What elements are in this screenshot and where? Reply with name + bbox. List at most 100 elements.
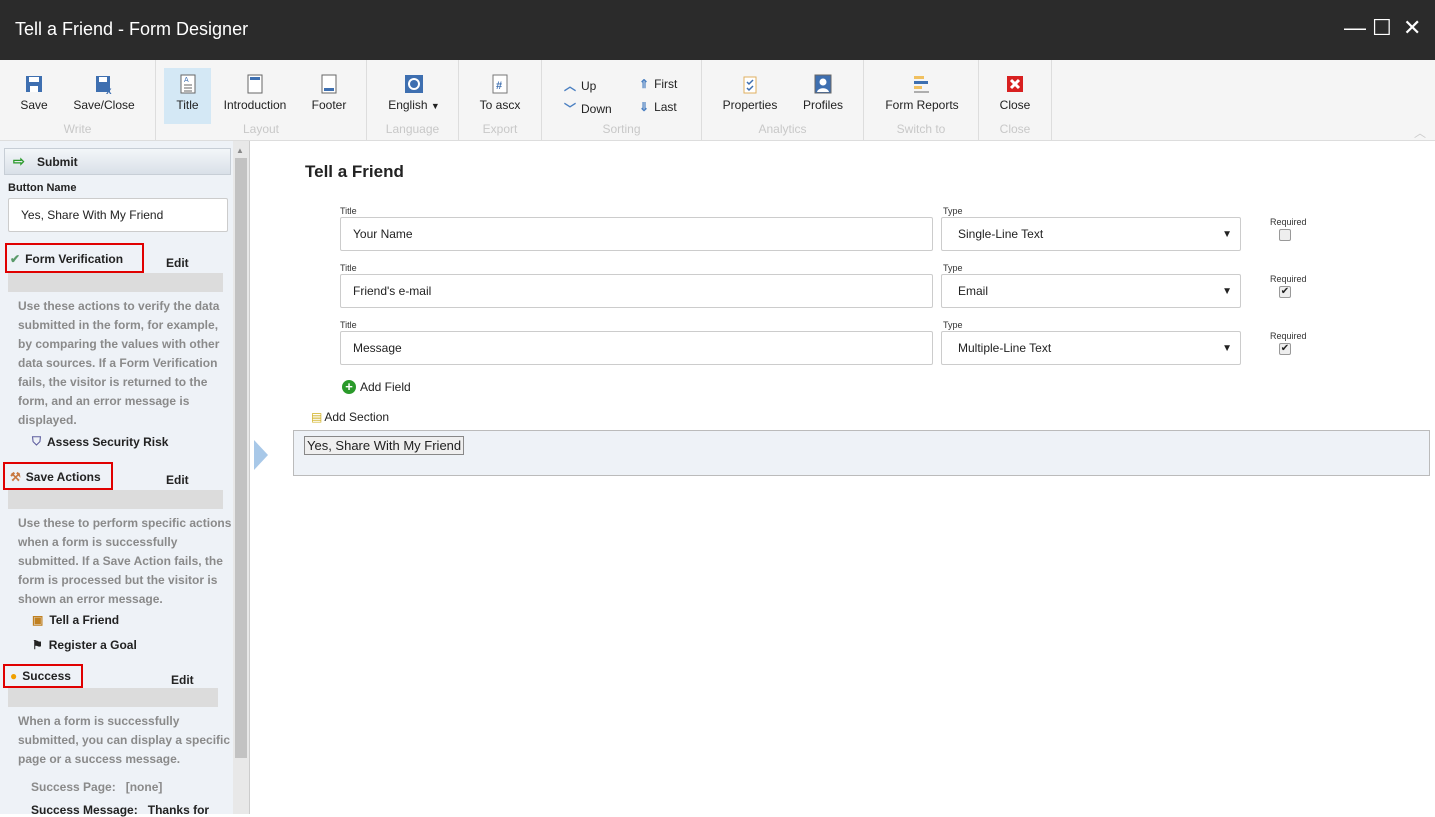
save-close-button[interactable]: x Save/Close <box>68 68 140 124</box>
title-icon: A <box>180 74 195 94</box>
svg-text:A: A <box>184 77 189 84</box>
required-label: Required <box>1270 217 1307 227</box>
required-checkbox[interactable]: ✔ <box>1279 343 1291 355</box>
save-icon <box>26 76 42 92</box>
group-analytics: Properties Profiles Analytics <box>702 60 864 140</box>
layout-introduction-button[interactable]: Introduction <box>220 68 290 124</box>
sort-down-button[interactable]: ﹀ Down <box>564 100 612 117</box>
flag-icon: ⚑ <box>32 638 43 652</box>
close-window-button[interactable]: ✕ <box>1403 16 1421 40</box>
success-edit-link[interactable]: Edit <box>171 673 194 687</box>
report-icon <box>914 76 929 93</box>
button-name-label: Button Name <box>8 182 77 194</box>
field-title-label: Title <box>340 263 357 273</box>
field-type-label: Type <box>943 263 963 273</box>
action-item[interactable]: ⚑ Register a Goal <box>32 638 137 652</box>
field-type-select[interactable]: Multiple-Line Text ▼ <box>941 331 1241 365</box>
ribbon: Save x Save/Close Write A Title Introduc… <box>0 60 1435 141</box>
to-ascx-label: To ascx <box>479 98 521 112</box>
last-label: Last <box>654 100 677 114</box>
dropdown-arrow-icon: ▼ <box>1222 342 1232 354</box>
add-field-button[interactable]: + Add Field <box>342 380 411 394</box>
scroll-up-icon[interactable]: ▲ <box>236 146 244 155</box>
group-label: Write <box>63 122 92 136</box>
field-type-select[interactable]: Email ▼ <box>941 274 1241 308</box>
minimize-button[interactable]: — <box>1344 16 1366 40</box>
collapse-ribbon-icon[interactable]: ︿ <box>1414 124 1426 141</box>
success-message-value: Thanks for <box>147 803 210 817</box>
add-icon: + <box>342 380 356 394</box>
save-actions-list <box>8 490 223 509</box>
field-type-value: Email <box>958 284 989 298</box>
layout-footer-button[interactable]: Footer <box>306 68 352 124</box>
sort-up-button[interactable]: ︿ Up <box>564 77 596 94</box>
save-actions-edit-link[interactable]: Edit <box>166 473 189 487</box>
action-item[interactable]: ⛉ Assess Security Risk <box>32 434 168 449</box>
profiles-button[interactable]: Profiles <box>798 68 848 124</box>
group-label: Language <box>385 122 440 136</box>
chevron-down-icon: ▼ <box>430 101 440 111</box>
success-page-value: [none] <box>125 780 163 794</box>
introduction-label: Introduction <box>223 98 287 112</box>
field-title-label: Title <box>340 320 357 330</box>
group-sorting: ︿ Up ﹀ Down ⇑ First ⇓ Last Sorting <box>542 60 702 140</box>
add-section-button[interactable]: ▤ Add Section <box>311 410 389 424</box>
group-label: Close <box>999 122 1031 136</box>
add-field-label: Add Field <box>360 380 411 394</box>
form-reports-button[interactable]: Form Reports <box>882 68 962 124</box>
submit-preview-button[interactable]: Yes, Share With My Friend <box>304 436 465 455</box>
form-verification-edit-link[interactable]: Edit <box>166 256 189 270</box>
close-x-icon <box>1007 76 1023 92</box>
save-actions-description: Use these to perform specific actions wh… <box>18 516 232 606</box>
chevron-down-icon: ﹀ <box>564 102 577 116</box>
required-checkbox[interactable]: ✔ <box>1279 286 1291 298</box>
hammer-icon: ⚒ <box>10 470 21 484</box>
group-label: Sorting <box>602 122 641 136</box>
success-message-label: Success Message: <box>31 803 138 817</box>
form-verification-heading: ✔ Form Verification <box>6 252 123 266</box>
sort-last-button[interactable]: ⇓ Last <box>639 100 677 114</box>
action-item[interactable]: ▣ Tell a Friend <box>32 613 119 627</box>
globe-icon <box>405 75 423 93</box>
field-title-input[interactable]: Your Name <box>340 217 933 251</box>
form-title: Tell a Friend <box>305 162 404 181</box>
action-label: Register a Goal <box>48 638 137 652</box>
action-label: Assess Security Risk <box>47 434 169 449</box>
properties-button[interactable]: Properties <box>720 68 780 124</box>
language-dropdown[interactable]: English ▼ <box>381 68 447 124</box>
save-button[interactable]: Save <box>12 68 56 124</box>
field-title-input[interactable]: Friend's e-mail <box>340 274 933 308</box>
field-title-input[interactable]: Message <box>340 331 933 365</box>
checkmark-icon: ✔ <box>10 252 21 266</box>
success-list <box>8 688 218 707</box>
down-label: Down <box>581 102 612 116</box>
required-checkbox[interactable] <box>1279 229 1291 241</box>
dropdown-arrow-icon: ▼ <box>1222 285 1232 297</box>
submit-icon: ⇨ <box>13 153 25 169</box>
language-label: English <box>388 98 428 112</box>
group-label: Switch to <box>896 122 946 136</box>
layout-title-button[interactable]: A Title <box>164 68 211 124</box>
group-write: Save x Save/Close Write <box>0 60 156 140</box>
double-chevron-up-icon: ⇑ <box>639 77 650 91</box>
window-title: Tell a Friend - Form Designer <box>15 19 249 39</box>
hash-file-icon: # <box>492 74 508 94</box>
dropdown-arrow-icon: ▼ <box>1222 228 1232 240</box>
close-button[interactable]: Close <box>993 68 1037 124</box>
scrollbar-thumb[interactable] <box>235 158 247 758</box>
title-bar: Tell a Friend - Form Designer — ☐ ✕ <box>0 0 1435 60</box>
maximize-button[interactable]: ☐ <box>1372 16 1392 40</box>
to-ascx-button[interactable]: # To ascx <box>473 68 527 124</box>
required-label: Required <box>1270 331 1307 341</box>
required-label: Required <box>1270 274 1307 284</box>
success-title: Success <box>22 669 71 683</box>
first-label: First <box>654 77 678 91</box>
field-type-select[interactable]: Single-Line Text ▼ <box>941 217 1241 251</box>
action-label: Tell a Friend <box>49 613 120 627</box>
button-name-input[interactable]: Yes, Share With My Friend <box>8 198 228 232</box>
sort-first-button[interactable]: ⇑ First <box>639 77 677 91</box>
save-actions-title: Save Actions <box>25 470 101 484</box>
save-close-label: Save/Close <box>73 98 135 112</box>
submit-panel-header[interactable]: ⇨ Submit <box>4 148 231 175</box>
field-type-label: Type <box>943 320 963 330</box>
